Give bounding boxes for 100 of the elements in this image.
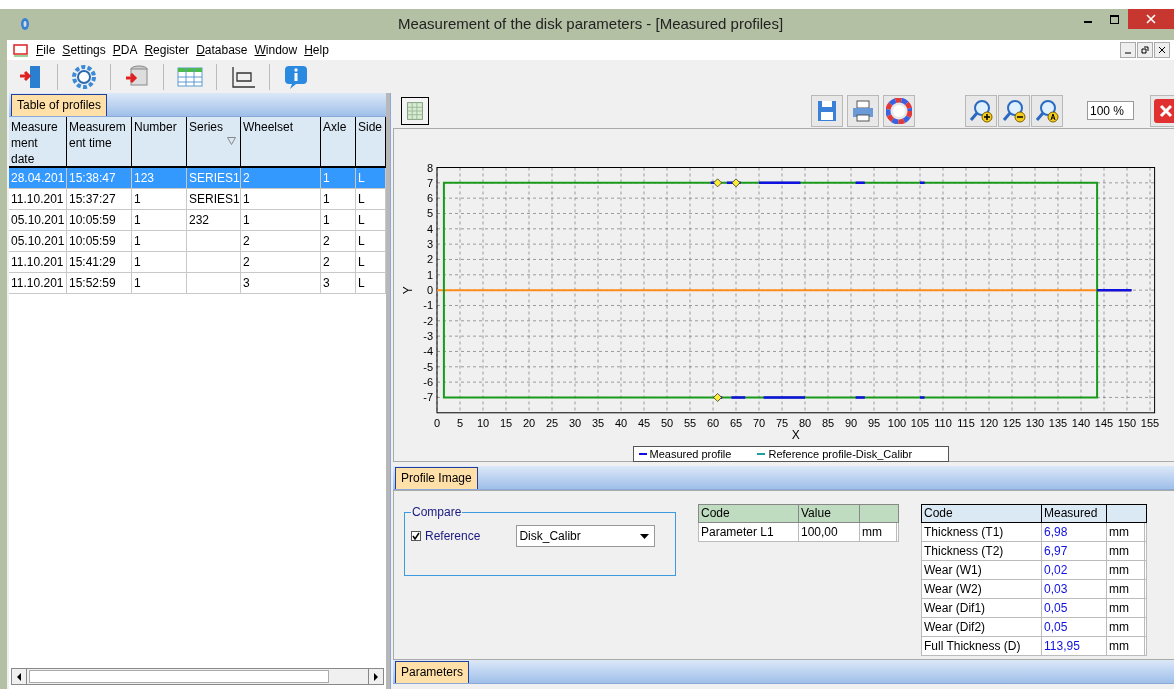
table-cell: 6,98 — [1044, 525, 1068, 539]
table-cell: 113,95 — [1044, 639, 1080, 653]
table-cell: SERIES1 — [189, 192, 240, 206]
y-tick-label: 5 — [426, 207, 433, 220]
reference-checkbox[interactable]: Reference — [411, 527, 481, 545]
table-cell: Thickness (T2) — [924, 544, 1004, 558]
x-tick-label: 25 — [545, 416, 559, 429]
filter-icon — [227, 137, 236, 145]
menu-item[interactable]: Help — [304, 41, 329, 59]
table-row[interactable]: 11.10.201 15:37:27 1 SERIES1 1 1 L — [9, 189, 386, 210]
x-tick-label: 145 — [1094, 416, 1114, 429]
x-tick-label: 155 — [1140, 416, 1160, 429]
profile-image-tab[interactable]: Profile Image — [395, 467, 478, 489]
table-cell: 05.10.201 — [11, 234, 65, 248]
caret-icon — [640, 533, 650, 539]
column-header[interactable]: Side — [356, 117, 386, 166]
y-tick-label: -6 — [423, 376, 433, 389]
table-cell: 11.10.201 — [11, 192, 64, 206]
menu-item[interactable]: Register — [144, 41, 190, 59]
x-tick-label: 100 — [887, 416, 907, 429]
table-cell: 11.10.201 — [11, 255, 64, 269]
zoom-auto-icon[interactable] — [1031, 94, 1063, 127]
table-cell: 2 — [243, 255, 250, 269]
gear-icon[interactable] — [70, 62, 98, 91]
app-icon — [20, 17, 30, 31]
y-tick-label: -4 — [423, 345, 433, 358]
x-tick-label: 0 — [433, 416, 441, 429]
x-tick-label: 20 — [522, 416, 536, 429]
close-icon — [1159, 103, 1173, 118]
zoom-out-icon[interactable] — [998, 94, 1030, 127]
x-tick-label: 140 — [1071, 416, 1091, 429]
mdi-restore-button[interactable] — [1137, 42, 1153, 58]
table-cell: 1 — [243, 192, 250, 206]
table-cell: 0,03 — [1044, 582, 1068, 596]
x-tick-label: 35 — [591, 416, 605, 429]
table-cell: 15:38:47 — [69, 171, 116, 185]
y-tick-label: -7 — [423, 391, 433, 404]
menu-item[interactable]: PDA — [112, 41, 138, 59]
y-tick-label: -1 — [423, 299, 433, 312]
x-tick-label: 125 — [1002, 416, 1022, 429]
save-icon[interactable] — [811, 94, 843, 127]
table-cell: mm — [1109, 563, 1129, 577]
x-tick-label: 110 — [934, 416, 952, 429]
table-row[interactable]: 05.10.201 10:05:59 1 232 1 1 L — [9, 210, 386, 231]
mdi-minimize-button[interactable] — [1120, 42, 1136, 58]
scrollbar-thumb[interactable] — [29, 670, 329, 683]
table-cell: mm — [1109, 601, 1129, 615]
table-cell: Thickness (T1) — [924, 525, 1004, 539]
table-cell: mm — [1109, 620, 1129, 634]
column-header: Value — [799, 505, 860, 522]
menu-item[interactable]: Settings — [62, 41, 106, 59]
table-cell: 2 — [323, 255, 330, 269]
table-cell: 11.10.201 — [11, 276, 64, 290]
table-cell: 15:37:27 — [69, 192, 116, 206]
y-tick-label: 6 — [426, 192, 433, 205]
zoom-in-icon[interactable] — [965, 94, 997, 127]
close-chart-button[interactable] — [1150, 94, 1174, 127]
table-cell: 1 — [323, 213, 330, 227]
table-cell: 1 — [134, 255, 141, 269]
column-header[interactable]: Measurement date — [9, 117, 67, 166]
y-tick-label: -3 — [423, 330, 433, 343]
table-cell: 1 — [134, 213, 141, 227]
menu-item[interactable]: File — [36, 41, 56, 59]
window-title: Measurement of the disk parameters - [Measured profiles] — [397, 14, 784, 35]
table-cell: mm — [1109, 582, 1129, 596]
x-tick-label: 130 — [1025, 416, 1045, 429]
y-tick-label: -5 — [423, 360, 433, 373]
menu-item[interactable]: Window — [254, 41, 298, 59]
zoom-field[interactable]: 100 % — [1087, 101, 1134, 120]
table-row[interactable]: 11.10.201 15:52:59 1 3 3 L — [9, 273, 386, 294]
table-tab[interactable]: Table of profiles — [11, 94, 108, 116]
menu-item[interactable]: Database — [196, 41, 248, 59]
column-header[interactable]: Series — [187, 117, 241, 166]
parameters-tab[interactable]: Parameters — [395, 661, 470, 683]
x-tick-label: 85 — [821, 416, 835, 429]
table-row[interactable]: 05.10.201 10:05:59 1 2 2 L — [9, 231, 386, 252]
column-header[interactable]: Measurement time — [67, 117, 132, 166]
table-row[interactable]: 11.10.201 15:41:29 1 2 2 L — [9, 252, 386, 273]
x-axis-label: X — [791, 427, 800, 442]
mdi-close-button[interactable] — [1154, 42, 1170, 58]
table-cell: 05.10.201 — [11, 213, 65, 227]
right-arrow-icon — [373, 672, 379, 681]
column-header[interactable]: Axle — [321, 117, 356, 166]
reference-dropdown[interactable]: Disk_Calibr — [516, 525, 656, 547]
printer-icon[interactable] — [847, 94, 879, 127]
table-cell: 1 — [323, 171, 330, 185]
table-cell: Parameter L1 — [701, 525, 774, 539]
column-header: Code — [922, 505, 1042, 522]
x-tick-label: 55 — [683, 416, 697, 429]
table-view-icon[interactable] — [401, 96, 429, 125]
table-cell: 3 — [323, 276, 330, 290]
column-header[interactable]: Wheelset — [241, 117, 321, 166]
table-cell: 15:41:29 — [69, 255, 116, 269]
table-cell: Full Thickness (D) — [924, 639, 1021, 653]
table-cell: mm — [1109, 544, 1129, 558]
column-header[interactable]: Number — [132, 117, 187, 166]
table-cell: 0,02 — [1044, 563, 1068, 577]
color-wheel-icon[interactable] — [883, 94, 915, 127]
table-cell: Wear (Dif2) — [924, 620, 986, 634]
table-cell: L — [358, 213, 365, 227]
